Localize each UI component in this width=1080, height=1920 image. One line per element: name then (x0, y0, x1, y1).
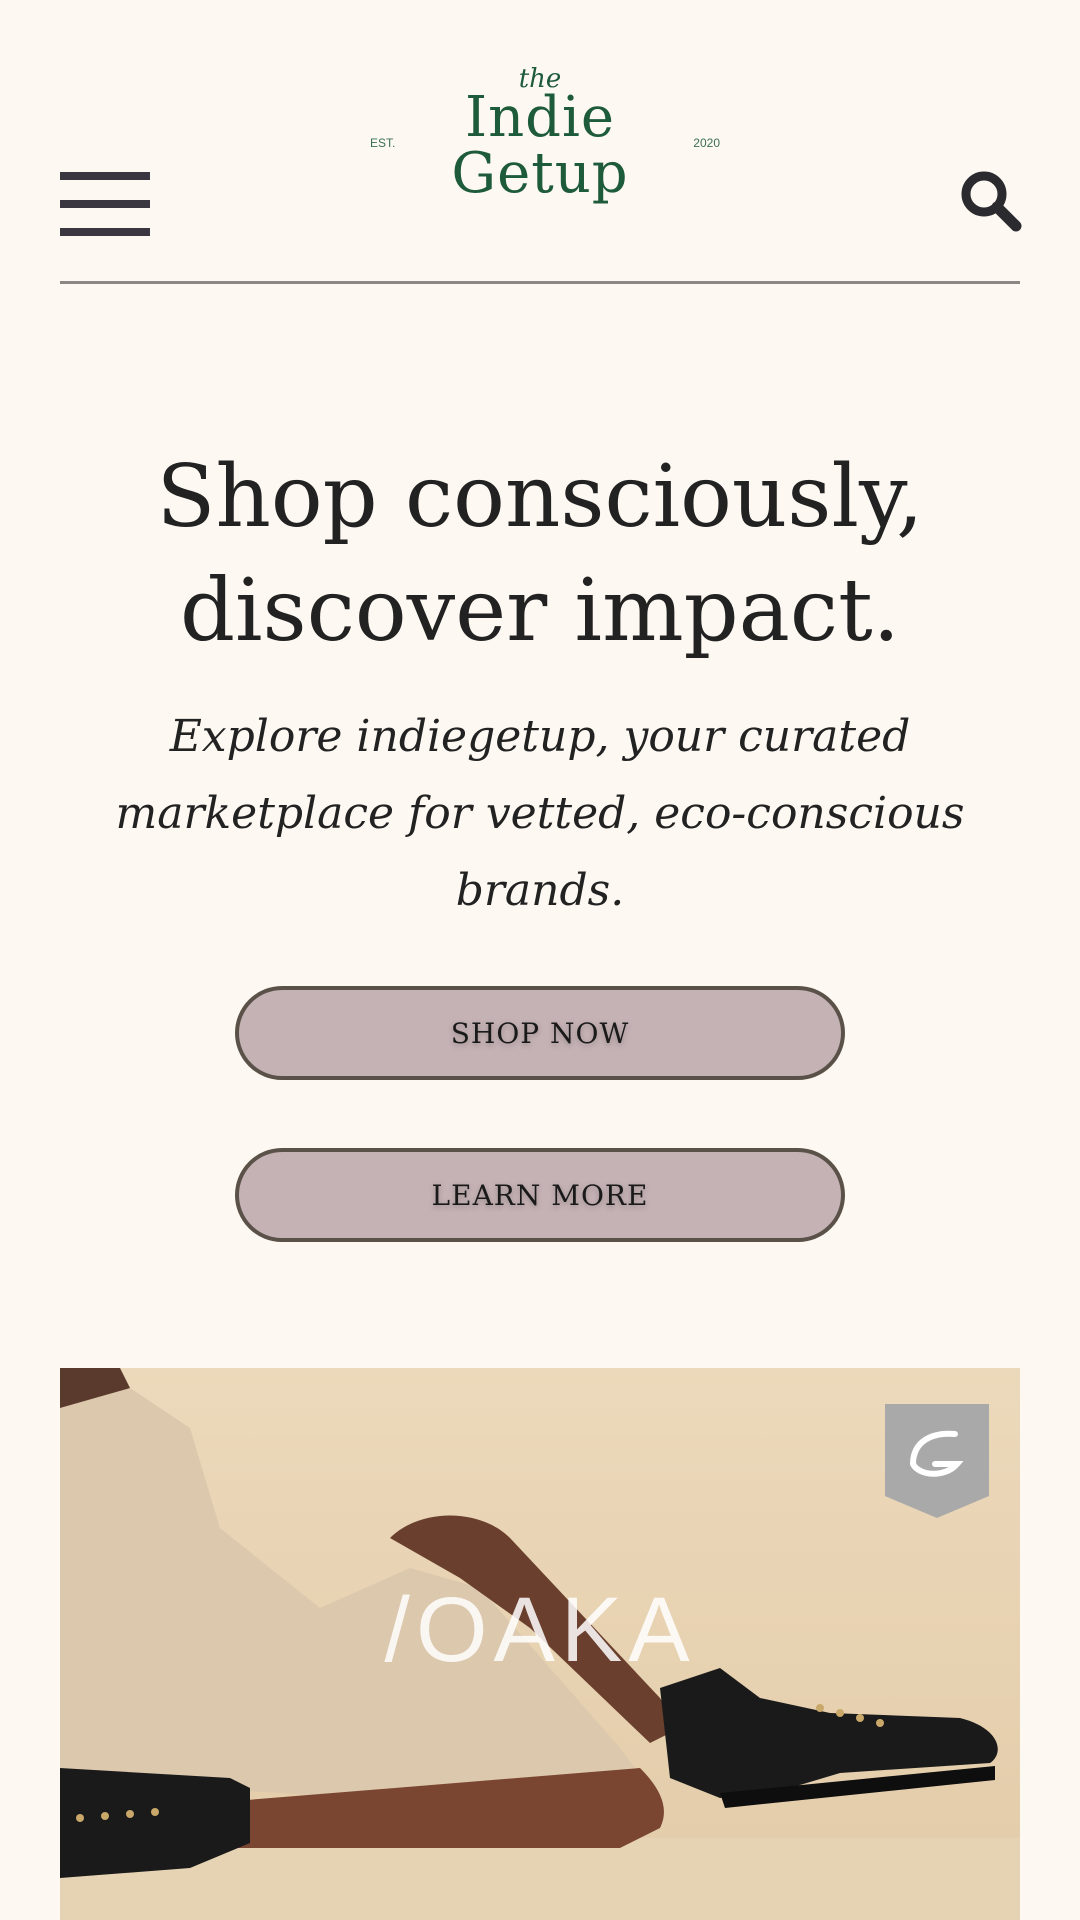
learn-more-button[interactable]: LEARN MORE (235, 1148, 845, 1242)
hero-subtitle: Explore indiegetup, your curated marketp… (115, 711, 965, 916)
hamburger-icon-bar (60, 228, 150, 236)
hero-title: Shop consciously, discover impact. (60, 440, 1020, 668)
site-header: the Indie Getup EST. 2020 (0, 0, 1080, 285)
logo-name-line1: Indie (464, 85, 616, 150)
header-divider (60, 281, 1020, 284)
logo-name: Indie Getup (360, 90, 720, 202)
featured-brand-image[interactable]: /OAKA (60, 1368, 1020, 1920)
hamburger-icon-bar (60, 200, 150, 208)
logo-year: 2020 (693, 136, 720, 150)
menu-button[interactable] (60, 172, 150, 236)
hero-title-line2: discover impact. (180, 561, 900, 661)
logo-est: EST. (370, 136, 396, 150)
brand-badge-icon (885, 1404, 989, 1518)
shop-now-button[interactable]: SHOP NOW (235, 986, 845, 1080)
featured-brand-name: /OAKA (384, 1579, 696, 1681)
logo-name-line2: Getup (451, 141, 629, 206)
site-logo[interactable]: the Indie Getup EST. 2020 (360, 60, 720, 220)
search-button[interactable] (958, 168, 1022, 232)
search-icon (961, 171, 1022, 232)
hamburger-icon-bar (60, 172, 150, 180)
hero-title-line1: Shop consciously, (156, 447, 924, 547)
